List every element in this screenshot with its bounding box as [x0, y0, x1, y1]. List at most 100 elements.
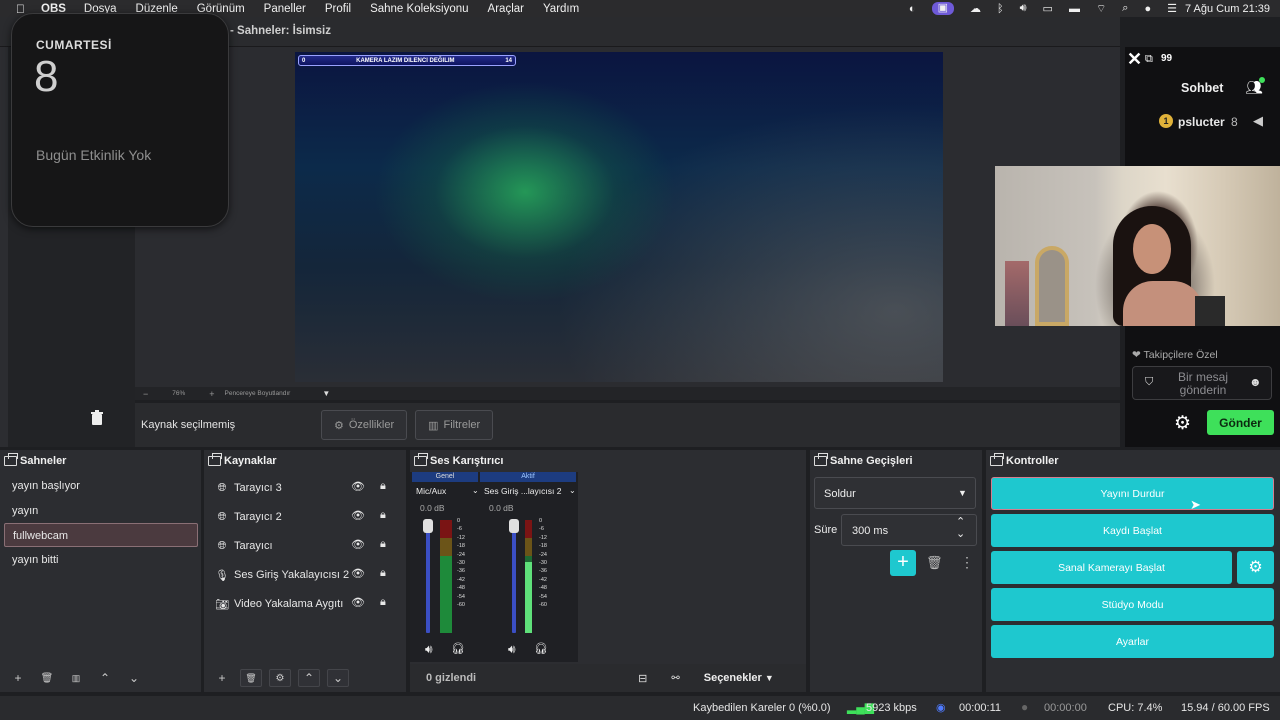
popout-icon[interactable]: ⧉: [1145, 53, 1153, 66]
zoom-in-button[interactable]: +: [209, 389, 214, 399]
chevron-down-icon[interactable]: ⌄: [956, 527, 965, 540]
mixer-options-button[interactable]: Seçenekler ▼: [704, 672, 774, 684]
chat-message-user[interactable]: pslucter: [1178, 115, 1225, 129]
eye-icon[interactable]: 👁︎: [351, 538, 365, 551]
properties-button[interactable]: ⚙ Özellikler: [321, 410, 408, 440]
add-source-button[interactable]: +: [211, 669, 233, 687]
chat-settings-icon[interactable]: ⚙: [1174, 412, 1191, 435]
menu-help[interactable]: Yardım: [543, 3, 579, 15]
source-item[interactable]: 📷︎ Video Yakalama Aygıtı 👁︎ 🔒︎: [208, 592, 404, 616]
zoom-out-button[interactable]: −: [143, 389, 148, 399]
left-strip: [0, 47, 8, 447]
db-tick: 0: [457, 518, 461, 524]
mute-icon[interactable]: 🔊︎: [508, 642, 516, 657]
screen-share-icon[interactable]: ▣: [931, 2, 954, 15]
source-up-button[interactable]: ⌃: [298, 669, 320, 687]
filters-button[interactable]: ▥ Filtreler: [415, 410, 494, 440]
studio-mode-button[interactable]: Stüdyo Modu: [991, 588, 1274, 621]
menu-docks[interactable]: Paneller: [264, 3, 306, 15]
display-icon[interactable]: ▭: [1043, 2, 1053, 15]
lock-icon[interactable]: 🔒︎: [380, 480, 386, 493]
mouse-cursor-icon: ➤: [1190, 497, 1201, 512]
preview-canvas[interactable]: [295, 52, 943, 382]
lock-icon[interactable]: 🔒︎: [380, 538, 386, 551]
scene-item[interactable]: yayın: [4, 499, 198, 523]
emoji-icon[interactable]: ☻: [1249, 375, 1262, 389]
scene-item[interactable]: yayın başlıyor: [4, 474, 198, 498]
webcam-rack: [1005, 261, 1029, 326]
source-item[interactable]: 🎙︎ Ses Giriş Yakalayıcısı 2 👁︎ 🔒︎: [208, 563, 404, 587]
fader-knob[interactable]: [423, 519, 433, 533]
menu-profile[interactable]: Profil: [325, 3, 351, 15]
remove-scene-button[interactable]: 🗑︎: [36, 669, 58, 687]
chat-input[interactable]: ⛉ Bir mesaj gönderin ☻: [1132, 366, 1272, 400]
siri-icon[interactable]: ●: [1144, 3, 1151, 15]
search-icon[interactable]: ⌕: [1122, 2, 1128, 15]
chat-input-placeholder: Bir mesaj gönderin: [1177, 370, 1228, 397]
scene-filters-button[interactable]: ▥: [65, 669, 87, 687]
mute-icon[interactable]: 🔊︎: [425, 642, 433, 657]
volume-fader[interactable]: [426, 520, 430, 633]
source-label: Ses Giriş Yakalayıcısı 2: [234, 569, 350, 581]
bluetooth-icon[interactable]: ᛒ: [997, 3, 1004, 15]
no-source-label: Kaynak seçilmemiş: [141, 419, 236, 431]
mixer-tab-general[interactable]: Genel: [412, 472, 478, 482]
add-scene-button[interactable]: +: [7, 669, 29, 687]
duration-input[interactable]: 300 ms ⌃ ⌄: [841, 514, 977, 546]
scene-item[interactable]: yayın bitti: [4, 548, 198, 572]
add-transition-button[interactable]: +: [890, 550, 916, 576]
control-center-icon[interactable]: ☰: [1167, 2, 1177, 15]
menu-scene-collection[interactable]: Sahne Koleksiyonu: [370, 3, 468, 15]
source-item[interactable]: 🌐︎ Tarayıcı 3 👁︎ 🔒︎: [208, 476, 404, 500]
source-item[interactable]: 🌐︎ Tarayıcı 👁︎ 🔒︎: [208, 534, 404, 558]
obs-tray-icon[interactable]: ◐: [909, 3, 916, 15]
mixer-tab-active[interactable]: Aktif: [480, 472, 576, 482]
remove-transition-icon[interactable]: 🗑︎: [926, 555, 943, 571]
source-item[interactable]: 🌐︎ Tarayıcı 2 👁︎ 🔒︎: [208, 505, 404, 529]
source-down-button[interactable]: ⌄: [327, 669, 349, 687]
trash-icon[interactable]: [90, 410, 104, 426]
transition-select[interactable]: Soldur ▼: [814, 477, 976, 509]
layout-icon[interactable]: ⊟: [638, 672, 647, 685]
eye-icon[interactable]: 👁︎: [351, 567, 365, 580]
clock[interactable]: 7 Ağu Cum 21:39: [1185, 3, 1270, 15]
lock-icon[interactable]: 🔒︎: [380, 596, 386, 609]
fader-knob[interactable]: [509, 519, 519, 533]
lock-icon[interactable]: 🔒︎: [380, 567, 386, 580]
wifi-icon[interactable]: ⌔: [1096, 2, 1106, 16]
lock-icon[interactable]: 🔒︎: [380, 509, 386, 522]
chevron-down-icon[interactable]: ⌄: [472, 486, 479, 495]
source-properties-button[interactable]: ⚙: [269, 669, 291, 687]
start-virtual-camera-button[interactable]: Sanal Kamerayı Başlat: [991, 551, 1232, 584]
move-down-button[interactable]: ⌄: [123, 669, 145, 687]
monitor-icon[interactable]: 🎧︎: [534, 642, 548, 655]
eye-icon[interactable]: 👁︎: [351, 480, 365, 493]
start-recording-button[interactable]: Kaydı Başlat: [991, 514, 1274, 547]
zoom-fit-select[interactable]: Pencereye Boyutlandır: [225, 390, 291, 397]
link-icon[interactable]: ⚯: [671, 673, 679, 684]
move-up-button[interactable]: ⌃: [94, 669, 116, 687]
scene-item-selected[interactable]: fullwebcam: [4, 523, 198, 547]
eye-icon[interactable]: 👁︎: [351, 509, 365, 522]
stop-stream-button[interactable]: Yayını Durdur: [991, 477, 1274, 510]
chevron-down-icon[interactable]: ▼: [322, 389, 330, 398]
monitor-icon[interactable]: 🎧︎: [451, 642, 465, 655]
settings-button[interactable]: Ayarlar: [991, 625, 1274, 658]
battery-icon[interactable]: ▬: [1069, 3, 1080, 15]
more-options-icon[interactable]: ⋮: [960, 554, 974, 571]
db-tick: -24: [457, 551, 465, 558]
volume-fader[interactable]: [512, 520, 516, 633]
send-button[interactable]: Gönder: [1207, 410, 1274, 435]
close-icon[interactable]: ✕: [1127, 49, 1142, 70]
calendar-widget[interactable]: CUMARTESİ 8 Bugün Etkinlik Yok: [11, 13, 229, 227]
virtual-camera-settings-button[interactable]: ⚙: [1237, 551, 1274, 584]
cloud-icon[interactable]: ☁: [970, 2, 981, 15]
volume-icon[interactable]: 🔊︎: [1020, 2, 1027, 15]
chevron-down-icon[interactable]: ⌄: [569, 486, 576, 495]
db-tick: -48: [539, 585, 547, 592]
webcam-person-body: [1123, 281, 1203, 326]
remove-source-button[interactable]: 🗑︎: [240, 669, 262, 687]
eye-icon[interactable]: 👁︎: [351, 596, 365, 609]
menu-tools[interactable]: Araçlar: [488, 3, 524, 15]
apple-icon[interactable]: : [16, 2, 25, 16]
